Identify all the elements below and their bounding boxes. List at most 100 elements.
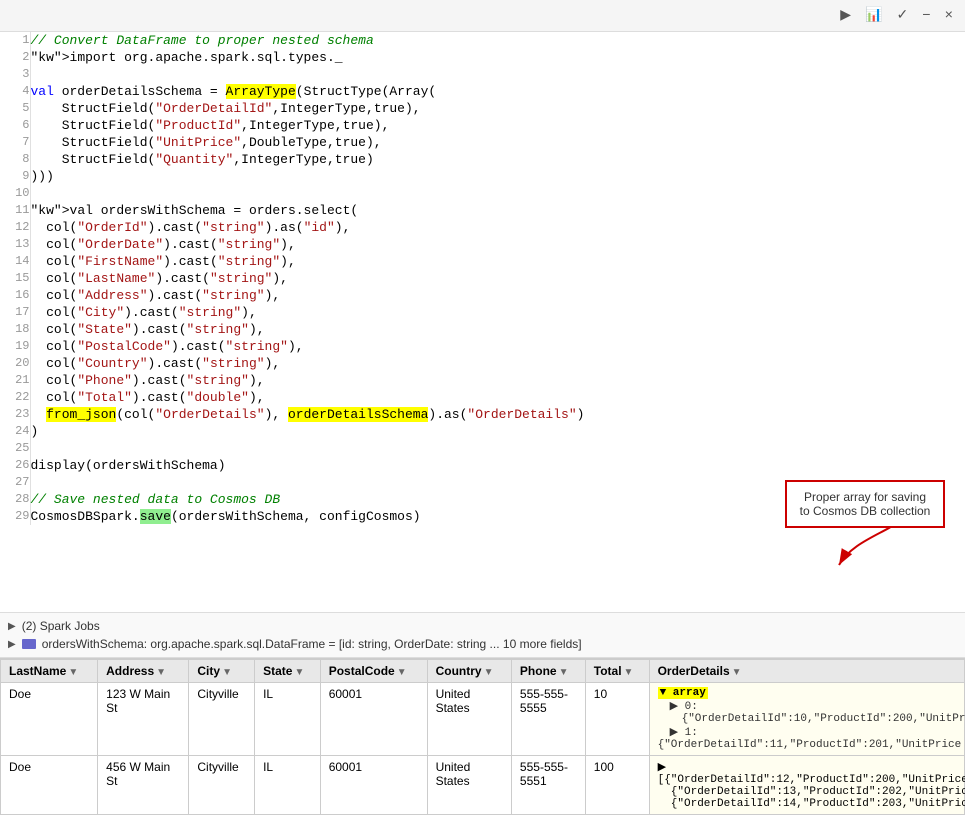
line-number-16: 16 (0, 287, 30, 304)
col-header-total[interactable]: Total▼ (585, 660, 649, 683)
sort-icon: ▼ (294, 667, 304, 678)
jobs-triangle[interactable]: ▶ (8, 621, 16, 632)
line-number-27: 27 (0, 474, 30, 491)
table-cell: 555-555- 5555 (511, 683, 585, 756)
col-header-country[interactable]: Country▼ (427, 660, 511, 683)
line-number-2: 2 (0, 49, 30, 66)
code-line-15: 15 col("LastName").cast("string"), (0, 270, 965, 287)
code-line-23: 23 from_json(col("OrderDetails"), orderD… (0, 406, 965, 423)
table-row: Doe123 W Main StCityvilleIL60001United S… (1, 683, 965, 756)
jobs-section: ▶ (2) Spark Jobs ▶ ordersWithSchema: org… (0, 612, 965, 658)
order-details-cell: ▼ array▶ 0:{"OrderDetailId":10,"ProductI… (649, 683, 964, 756)
line-code-13: col("OrderDate").cast("string"), (30, 236, 965, 253)
line-code-12: col("OrderId").cast("string").as("id"), (30, 219, 965, 236)
annotation-text: Proper array for saving to Cosmos DB col… (800, 490, 931, 518)
line-number-5: 5 (0, 100, 30, 117)
line-number-26: 26 (0, 457, 30, 474)
close-icon[interactable]: × (941, 6, 957, 26)
line-number-17: 17 (0, 304, 30, 321)
line-number-3: 3 (0, 66, 30, 83)
run-icon[interactable]: ▶ (836, 5, 855, 26)
code-line-22: 22 col("Total").cast("double"), (0, 389, 965, 406)
line-code-24: ) (30, 423, 965, 440)
sort-icon: ▼ (624, 667, 634, 678)
col-header-orderdetails[interactable]: OrderDetails▼ (649, 660, 964, 683)
table-cell: IL (255, 683, 321, 756)
table-cell: United States (427, 683, 511, 756)
line-code-1: // Convert DataFrame to proper nested sc… (30, 32, 965, 49)
col-header-state[interactable]: State▼ (255, 660, 321, 683)
col-header-lastname[interactable]: LastName▼ (1, 660, 98, 683)
table-header: LastName▼Address▼City▼State▼PostalCode▼C… (1, 660, 965, 683)
spark-jobs-label: (2) Spark Jobs (22, 619, 100, 633)
table-cell: Cityville (189, 756, 255, 815)
schema-icon (22, 639, 36, 649)
code-line-14: 14 col("FirstName").cast("string"), (0, 253, 965, 270)
line-code-7: StructField("UnitPrice",DoubleType,true)… (30, 134, 965, 151)
code-line-1: 1// Convert DataFrame to proper nested s… (0, 32, 965, 49)
table-cell: 10 (585, 683, 649, 756)
code-line-10: 10 (0, 185, 965, 202)
code-line-25: 25 (0, 440, 965, 457)
line-number-21: 21 (0, 372, 30, 389)
table-cell: 555-555- 5551 (511, 756, 585, 815)
minimize-icon[interactable]: − (918, 6, 934, 26)
line-code-18: col("State").cast("string"), (30, 321, 965, 338)
tree-item-1: ▶ 1: {"OrderDetailId":11,"ProductId":201… (658, 727, 962, 751)
code-line-21: 21 col("Phone").cast("string"), (0, 372, 965, 389)
schema-triangle[interactable]: ▶ (8, 639, 16, 650)
line-code-14: col("FirstName").cast("string"), (30, 253, 965, 270)
check-icon[interactable]: ✓ (892, 5, 912, 26)
line-number-13: 13 (0, 236, 30, 253)
code-line-5: 5 StructField("OrderDetailId",IntegerTyp… (0, 100, 965, 117)
annotation-box: Proper array for saving to Cosmos DB col… (785, 480, 945, 528)
code-line-9: 9))) (0, 168, 965, 185)
code-line-16: 16 col("Address").cast("string"), (0, 287, 965, 304)
line-number-29: 29 (0, 508, 30, 525)
line-code-10 (30, 185, 965, 202)
chart-icon[interactable]: 📊 (861, 5, 886, 26)
line-code-2: "kw">import org.apache.spark.sql.types._ (30, 49, 965, 66)
table-cell: 456 W Main St (98, 756, 189, 815)
sort-icon: ▼ (156, 667, 166, 678)
line-number-10: 10 (0, 185, 30, 202)
line-code-3 (30, 66, 965, 83)
line-code-11: "kw">val ordersWithSchema = orders.selec… (30, 202, 965, 219)
line-code-17: col("City").cast("string"), (30, 304, 965, 321)
table-cell: 100 (585, 756, 649, 815)
code-line-13: 13 col("OrderDate").cast("string"), (0, 236, 965, 253)
table-cell: 60001 (320, 756, 427, 815)
code-line-12: 12 col("OrderId").cast("string").as("id"… (0, 219, 965, 236)
od-line2: {"OrderDetailId":13,"ProductId":202,"Uni… (658, 786, 965, 798)
code-table: 1// Convert DataFrame to proper nested s… (0, 32, 965, 525)
line-code-23: from_json(col("OrderDetails"), orderDeta… (30, 406, 965, 423)
line-number-14: 14 (0, 253, 30, 270)
col-header-phone[interactable]: Phone▼ (511, 660, 585, 683)
code-line-8: 8 StructField("Quantity",IntegerType,tru… (0, 151, 965, 168)
data-table: LastName▼Address▼City▼State▼PostalCode▼C… (0, 659, 965, 815)
line-code-25 (30, 440, 965, 457)
schema-label: ordersWithSchema: org.apache.spark.sql.D… (42, 637, 582, 651)
code-line-7: 7 StructField("UnitPrice",DoubleType,tru… (0, 134, 965, 151)
line-code-5: StructField("OrderDetailId",IntegerType,… (30, 100, 965, 117)
line-number-7: 7 (0, 134, 30, 151)
sort-icon: ▼ (559, 667, 569, 678)
toolbar: ▶ 📊 ✓ − × (0, 0, 965, 32)
col-header-postalcode[interactable]: PostalCode▼ (320, 660, 427, 683)
table-cell: United States (427, 756, 511, 815)
line-code-16: col("Address").cast("string"), (30, 287, 965, 304)
code-line-24: 24) (0, 423, 965, 440)
od-line3: {"OrderDetailId":14,"ProductId":203,"Uni… (658, 798, 965, 810)
line-code-21: col("Phone").cast("string"), (30, 372, 965, 389)
col-header-city[interactable]: City▼ (189, 660, 255, 683)
line-number-18: 18 (0, 321, 30, 338)
line-code-15: col("LastName").cast("string"), (30, 270, 965, 287)
line-number-20: 20 (0, 355, 30, 372)
data-table-wrapper[interactable]: LastName▼Address▼City▼State▼PostalCode▼C… (0, 658, 965, 828)
line-number-11: 11 (0, 202, 30, 219)
line-code-19: col("PostalCode").cast("string"), (30, 338, 965, 355)
col-header-address[interactable]: Address▼ (98, 660, 189, 683)
line-number-8: 8 (0, 151, 30, 168)
line-number-15: 15 (0, 270, 30, 287)
table-row: Doe456 W Main StCityvilleIL60001United S… (1, 756, 965, 815)
